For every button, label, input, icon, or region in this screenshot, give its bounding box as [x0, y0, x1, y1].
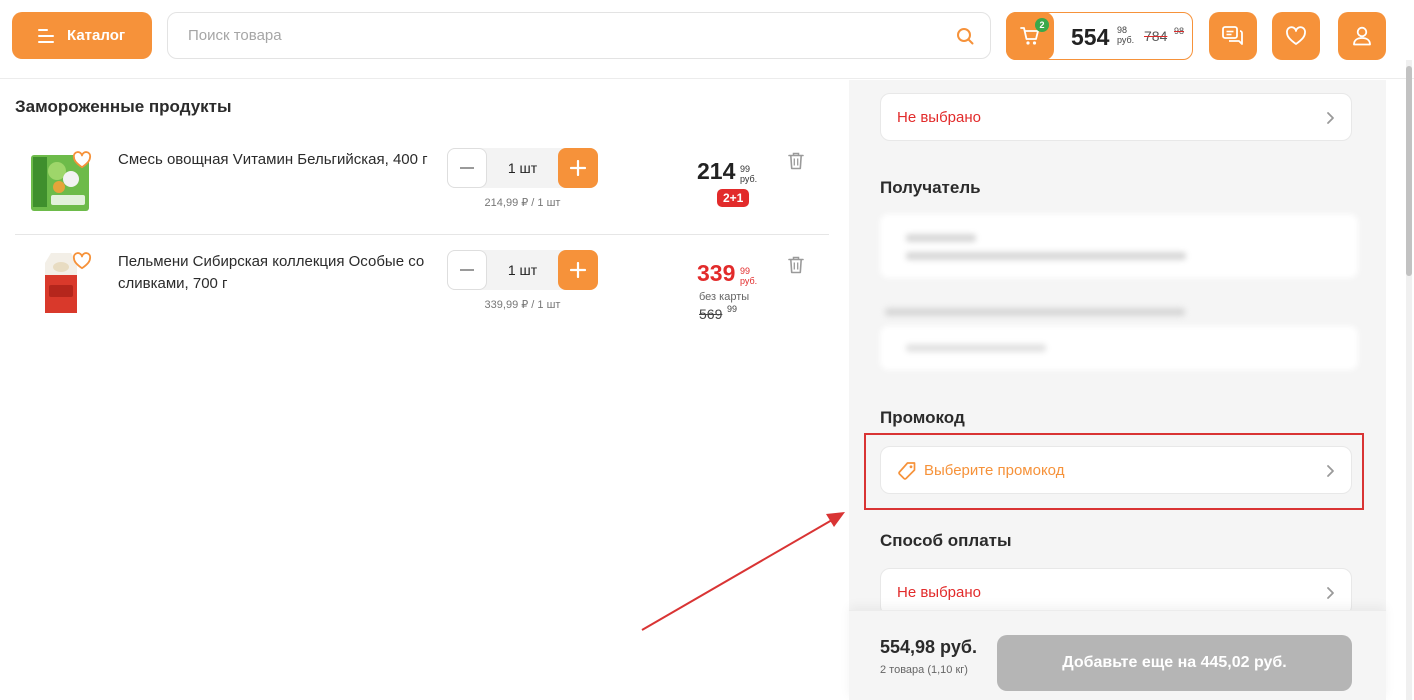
blurred-label [885, 308, 1185, 316]
catalog-button[interactable]: Каталог [12, 12, 152, 59]
heart-icon [1286, 26, 1306, 45]
menu-icon [38, 28, 54, 43]
no-card-label: без карты [699, 291, 750, 303]
delivery-select[interactable]: Не выбрано [880, 93, 1352, 141]
favorites-button[interactable] [1272, 12, 1320, 60]
cart-total: 554 [1071, 24, 1110, 50]
checkout-bottom-bar: 554,98 руб. 2 товара (1,10 кг) Добавьте … [849, 610, 1386, 700]
chevron-right-icon [1327, 587, 1334, 599]
plus-icon [570, 262, 586, 278]
cart-item: Пельмени Сибирская коллекция Особые со с… [15, 246, 829, 336]
search-box [167, 12, 991, 59]
favorite-heart-icon[interactable] [72, 252, 92, 270]
promo-title: Промокод [880, 408, 965, 427]
quantity-stepper: 1 шт [447, 250, 598, 290]
add-more-button[interactable]: Добавьте еще на 445,02 руб. [997, 635, 1352, 691]
order-total: 554,98 руб. [880, 637, 977, 657]
old-price-kop: 99 [727, 304, 738, 314]
user-icon [1353, 26, 1371, 46]
profile-button[interactable] [1338, 12, 1386, 60]
cart-currency: руб. [1117, 35, 1135, 45]
old-price: 569 [699, 306, 723, 322]
cart-button[interactable]: 2 554 98 руб. 784 98 [1006, 12, 1193, 60]
favorite-heart-icon[interactable] [72, 151, 92, 169]
chevron-right-icon [1327, 112, 1334, 124]
increase-button[interactable] [558, 148, 598, 188]
minus-icon [460, 269, 474, 271]
cart-item: Смесь овощная Vитамин Бельгийская, 400 г… [15, 145, 829, 235]
product-price: 214 [697, 158, 736, 184]
chat-icon [1222, 26, 1243, 45]
product-price-kop: 99 руб. [740, 164, 757, 184]
price-kop-value: 99 [740, 164, 751, 174]
minus-icon [460, 167, 474, 169]
cart-old-total: 784 [1144, 28, 1168, 44]
unit-price: 214,99 ₽ / 1 шт [484, 197, 561, 209]
decrease-button[interactable] [447, 148, 487, 188]
cart-total-kop: 98 руб. [1117, 25, 1134, 45]
price-currency: руб. [740, 276, 758, 286]
quantity-value[interactable]: 1 шт [487, 148, 558, 188]
product-name[interactable]: Смесь овощная Vитамин Бельгийская, 400 г [118, 149, 438, 171]
trash-icon[interactable] [788, 152, 804, 170]
order-summary: 2 товара (1,10 кг) [880, 664, 968, 676]
price-currency: руб. [740, 174, 758, 184]
trash-icon[interactable] [788, 256, 804, 274]
delivery-value: Не выбрано [897, 109, 981, 126]
payment-title: Способ оплаты [880, 531, 1012, 550]
catalog-button-label: Каталог [67, 27, 126, 44]
recipient-title: Получатель [880, 178, 981, 197]
quantity-value[interactable]: 1 шт [487, 250, 558, 290]
recipient-details-blurred[interactable] [880, 214, 1358, 278]
search-input[interactable] [188, 13, 928, 58]
decrease-button[interactable] [447, 250, 487, 290]
product-price: 339 [697, 260, 736, 286]
chat-button[interactable] [1209, 12, 1257, 60]
checkout-panel: Не выбрано Получатель Промокод Выберите … [849, 80, 1386, 700]
cart-count-badge: 2 [1035, 18, 1049, 32]
quantity-stepper: 1 шт [447, 148, 598, 188]
price-kop-value: 99 [740, 266, 751, 276]
increase-button[interactable] [558, 250, 598, 290]
header: Каталог 2 554 98руб. 784 98 [0, 0, 1414, 79]
unit-price: 339,99 ₽ / 1 шт [484, 299, 561, 311]
scrollbar-thumb[interactable] [1406, 66, 1412, 276]
product-price-kop: 99 руб. [740, 266, 757, 286]
section-title: Замороженные продукты [15, 97, 232, 116]
scrollbar[interactable] [1406, 60, 1412, 700]
payment-select[interactable]: Не выбрано [880, 568, 1352, 616]
promo-highlight-box [864, 433, 1364, 510]
search-icon[interactable] [956, 27, 974, 45]
recipient-contact-blurred[interactable] [880, 326, 1358, 370]
cart-old-total-kop: 98 [1174, 26, 1185, 36]
payment-value: Не выбрано [897, 584, 981, 601]
product-name[interactable]: Пельмени Сибирская коллекция Особые со с… [118, 251, 438, 295]
cart-total-kop-value: 98 [1117, 25, 1128, 35]
plus-icon [570, 160, 586, 176]
promo-badge: 2+1 [717, 189, 750, 207]
